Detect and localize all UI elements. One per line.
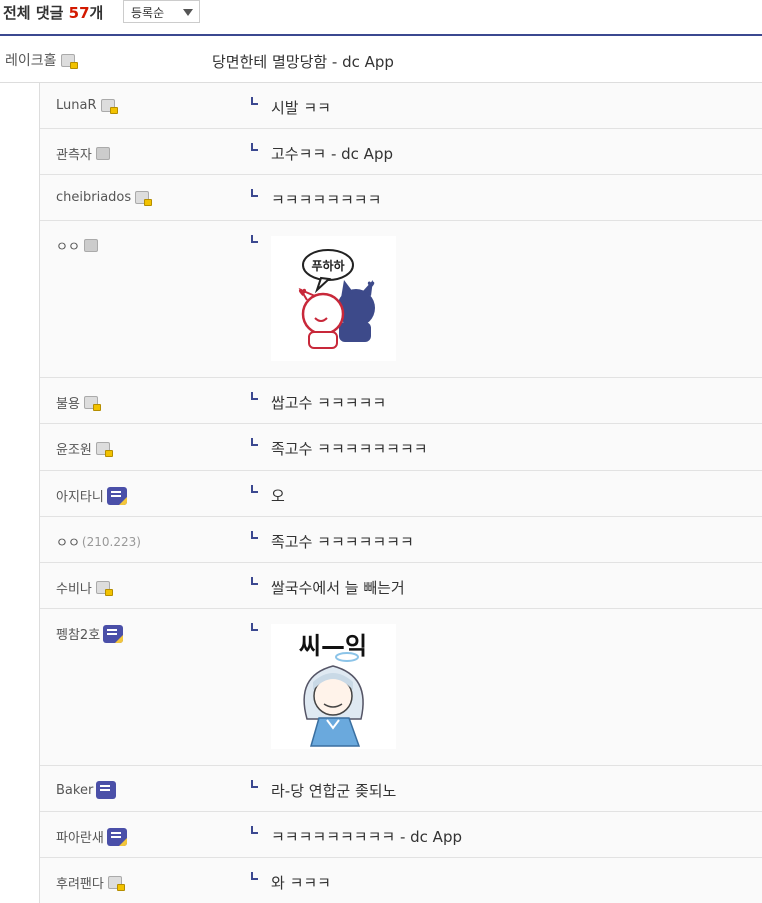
fixed-nick-icon: [83, 396, 101, 411]
chevron-down-icon: [183, 9, 193, 16]
reply-author[interactable]: 수비나: [56, 578, 113, 597]
reply-author[interactable]: LunaR: [56, 98, 118, 114]
reply-text: 족고수 ㅋㅋㅋㅋㅋㅋㅋㅋ: [271, 440, 428, 458]
comment-author[interactable]: 레이크홀: [5, 50, 78, 70]
reply-text: 쌉고수 ㅋㅋㅋㅋㅋ: [271, 394, 387, 412]
author-name: 레이크홀: [5, 53, 57, 69]
reply-arrow-icon: [251, 826, 258, 834]
comment-count-prefix: 전체 댓글: [3, 4, 69, 22]
author-name: 수비나: [56, 582, 92, 597]
reply-author[interactable]: 윤조원: [56, 439, 113, 458]
reply-row: 후려팬다 와 ㅋㅋㅋ: [40, 858, 762, 903]
half-fixed-nick-icon: [83, 239, 98, 252]
reply-row: 관측자 고수ㅋㅋ - dc App: [40, 129, 762, 175]
reply-arrow-icon: [251, 623, 258, 631]
reply-arrow-icon: [251, 531, 258, 539]
reply-row: LunaR 시발 ㅋㅋ: [40, 83, 762, 129]
reply-arrow-icon: [251, 189, 258, 197]
author-ip: (210.223): [81, 534, 141, 549]
reply-arrow-icon: [251, 577, 258, 585]
fixed-nick-icon: [100, 99, 118, 114]
comment-count: 57: [68, 4, 90, 22]
reply-author[interactable]: cheibriados: [56, 190, 153, 206]
author-name: 펭참2호: [56, 628, 101, 643]
reply-text: 고수ㅋㅋ - dc App: [271, 145, 393, 163]
reply-row: ㅇㅇ 푸하하 ♥ ♥: [40, 221, 762, 378]
reply-list: LunaR 시발 ㅋㅋ 관측자 고수ㅋㅋ - dc App cheibriado…: [39, 83, 762, 903]
dc-app-icon: [106, 827, 127, 846]
comment-header: 전체 댓글 57개 등록순: [0, 0, 762, 36]
reply-row: 아지타니 오: [40, 471, 762, 517]
sort-label: 등록순: [131, 6, 165, 20]
reply-row: cheibriados ㅋㅋㅋㅋㅋㅋㅋㅋ: [40, 175, 762, 221]
author-name: Baker: [56, 782, 94, 798]
reply-text: 와 ㅋㅋㅋ: [271, 874, 331, 892]
comment-count-suffix: 개: [89, 4, 104, 22]
reply-arrow-icon: [251, 872, 258, 880]
reply-author[interactable]: 불용: [56, 393, 101, 412]
reply-arrow-icon: [251, 235, 258, 243]
comment-count-title: 전체 댓글 57개: [3, 2, 103, 23]
author-name: 파아란새: [56, 831, 104, 846]
half-fixed-nick-icon: [95, 147, 110, 160]
reply-text: 쌀국수에서 늘 빼는거: [271, 579, 405, 597]
reply-arrow-icon: [251, 438, 258, 446]
author-name: 관측자: [56, 148, 92, 163]
reply-author[interactable]: 관측자: [56, 144, 110, 163]
reply-row: 불용 쌉고수 ㅋㅋㅋㅋㅋ: [40, 378, 762, 424]
reply-author[interactable]: 후려팬다: [56, 873, 125, 892]
reply-arrow-icon: [251, 780, 258, 788]
reply-text: 족고수 ㅋㅋㅋㅋㅋㅋㅋ: [271, 533, 414, 551]
dc-app-icon: [106, 486, 127, 505]
reply-text: ㅋㅋㅋㅋㅋㅋㅋㅋㅋ - dc App: [271, 828, 462, 846]
author-name: cheibriados: [56, 190, 132, 205]
fixed-nick-icon: [135, 191, 153, 206]
reply-row: 윤조원 족고수 ㅋㅋㅋㅋㅋㅋㅋㅋ: [40, 424, 762, 471]
grinning-girl-sticker-image: 씨—익: [299, 632, 367, 747]
reply-row: ㅇㅇ (210.223) 족고수 ㅋㅋㅋㅋㅋㅋㅋ: [40, 517, 762, 563]
dccon-sticker[interactable]: 푸하하 ♥ ♥: [271, 236, 396, 361]
reply-text: 라-당 연합군 좆되노: [271, 782, 397, 800]
reply-row: 수비나 쌀국수에서 늘 빼는거: [40, 563, 762, 609]
reply-author[interactable]: ㅇㅇ (210.223): [56, 532, 141, 552]
dc-app-icon: [96, 781, 117, 799]
fixed-nick-icon: [95, 442, 113, 457]
fixed-nick-icon: [107, 876, 125, 891]
laughing-characters-sticker-image: 푸하하 ♥ ♥: [298, 249, 375, 349]
reply-arrow-icon: [251, 392, 258, 400]
author-name: 윤조원: [56, 443, 92, 458]
reply-arrow-icon: [251, 143, 258, 151]
reply-arrow-icon: [251, 485, 258, 493]
reply-text: 오: [271, 487, 285, 505]
dccon-sticker[interactable]: 씨—익: [271, 624, 396, 749]
author-name: LunaR: [56, 98, 97, 113]
reply-row: Baker 라-당 연합군 좆되노: [40, 766, 762, 812]
author-name: 불용: [56, 397, 80, 412]
svg-text:♥: ♥: [367, 281, 375, 291]
reply-arrow-icon: [251, 97, 258, 105]
reply-row: 펭참2호 씨—익: [40, 609, 762, 766]
svg-text:♥: ♥: [298, 288, 307, 299]
reply-author[interactable]: 펭참2호: [56, 624, 124, 643]
sticker-caption: 푸하하: [311, 258, 344, 273]
reply-author[interactable]: Baker: [56, 781, 117, 799]
author-name: 후려팬다: [56, 877, 104, 892]
reply-author[interactable]: ㅇㅇ: [56, 236, 98, 255]
sort-dropdown[interactable]: 등록순: [123, 0, 200, 23]
author-name: ㅇㅇ: [56, 536, 80, 551]
comment-text: 당면한테 멸망당함 - dc App: [212, 53, 394, 71]
reply-text: ㅋㅋㅋㅋㅋㅋㅋㅋ: [271, 191, 382, 209]
main-comment: 레이크홀 당면한테 멸망당함 - dc App: [0, 38, 762, 83]
author-name: 아지타니: [56, 490, 104, 505]
dc-app-icon: [103, 624, 124, 643]
author-name: ㅇㅇ: [56, 240, 80, 255]
reply-text: 시발 ㅋㅋ: [271, 99, 331, 117]
reply-author[interactable]: 파아란새: [56, 827, 127, 846]
fixed-nick-icon: [60, 53, 78, 69]
reply-author[interactable]: 아지타니: [56, 486, 127, 505]
fixed-nick-icon: [95, 581, 113, 596]
reply-row: 파아란새 ㅋㅋㅋㅋㅋㅋㅋㅋㅋ - dc App: [40, 812, 762, 858]
